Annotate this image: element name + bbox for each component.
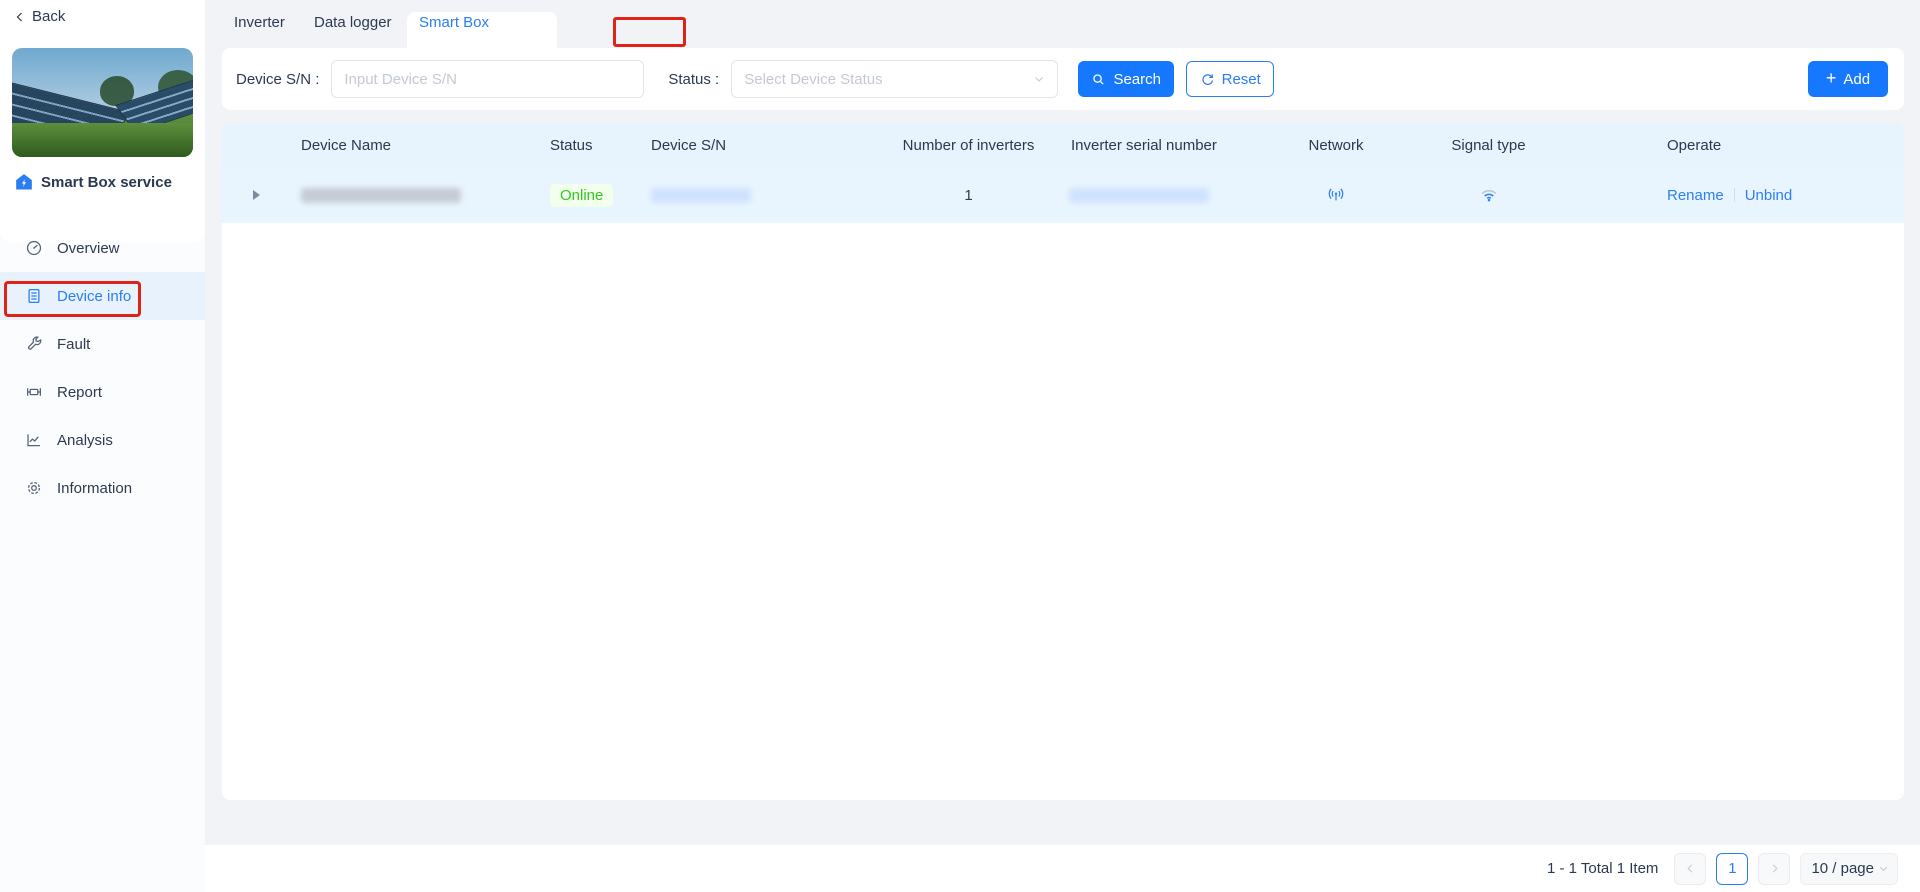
action-divider (1733, 188, 1735, 202)
sidebar-menu: Overview Device info Fault Report Analys… (0, 224, 205, 512)
signal-type-cell (1406, 185, 1571, 205)
status-label: Status : (668, 70, 720, 88)
device-table: Device Name Status Device S/N Number of … (222, 123, 1904, 800)
wifi-icon (1481, 190, 1496, 202)
tab-data-logger[interactable]: Data logger (314, 14, 392, 31)
device-name-cell (290, 187, 546, 203)
redacted-inverter-serial (1069, 187, 1209, 203)
table-header-row: Device Name Status Device S/N Number of … (222, 123, 1904, 167)
service-title-row: Smart Box service (14, 172, 172, 192)
gear-icon (25, 479, 43, 497)
col-signal-type: Signal type (1451, 136, 1526, 154)
chevron-down-icon (1879, 866, 1888, 872)
sidebar-item-label: Information (57, 479, 133, 497)
pagination-bar: 1 - 1 Total 1 Item 1 10 / page (205, 845, 1920, 892)
chevron-right-icon (1772, 864, 1778, 873)
operate-cell: Rename Unbind (1571, 187, 1904, 204)
back-button[interactable]: Back (14, 8, 65, 25)
sidebar-item-label: Analysis (57, 431, 113, 449)
sidebar-item-fault[interactable]: Fault (0, 320, 205, 368)
sidebar-item-analysis[interactable]: Analysis (0, 416, 205, 464)
prev-page-button[interactable] (1674, 852, 1707, 885)
back-label: Back (32, 8, 66, 25)
network-cell (1266, 185, 1406, 205)
tab-smart-box[interactable]: Smart Box (419, 14, 489, 31)
photo-grass (12, 123, 193, 157)
tab-inverter[interactable]: Inverter (234, 14, 285, 31)
col-device-name: Device Name (301, 136, 392, 154)
unbind-link[interactable]: Unbind (1745, 187, 1793, 204)
sidebar-item-report[interactable]: Report (0, 368, 205, 416)
page-size-select[interactable]: 10 / page (1800, 852, 1898, 885)
col-number-of-inverters: Number of inverters (902, 136, 1035, 154)
sidebar-header-card: Back Smart Box service (0, 0, 205, 243)
search-button-label: Search (1113, 70, 1161, 88)
page-size-value: 10 / page (1811, 860, 1874, 877)
pagination-summary: 1 - 1 Total 1 Item (1546, 860, 1659, 877)
status-select-placeholder: Select Device Status (744, 70, 883, 88)
status-cell: Online (546, 183, 646, 207)
reset-button-label: Reset (1221, 70, 1261, 88)
status-badge: Online (550, 183, 614, 207)
device-sn-input[interactable] (331, 60, 645, 98)
chevron-left-icon (1687, 864, 1693, 873)
expand-row-icon[interactable] (252, 190, 260, 200)
reset-icon (1202, 73, 1213, 85)
chevron-left-icon (16, 12, 22, 21)
main-content: Inverter Data logger Smart Box Device S/… (205, 0, 1920, 892)
smart-box-home-icon (16, 174, 32, 190)
sidebar: Back Smart Box service Overview Device i… (0, 0, 205, 892)
inverter-serial-cell (1066, 187, 1266, 203)
redacted-device-name (301, 187, 461, 203)
tab-bar: Inverter Data logger Smart Box (205, 0, 1920, 48)
plant-photo (12, 48, 193, 157)
row-expand-cell (222, 190, 290, 200)
gauge-icon (25, 239, 43, 257)
next-page-button[interactable] (1758, 852, 1791, 885)
device-sn-label: Device S/N : (236, 70, 320, 88)
service-title: Smart Box service (41, 173, 172, 191)
filter-bar: Device S/N : Status : Select Device Stat… (222, 48, 1904, 110)
chevron-down-icon (1035, 77, 1044, 82)
inverter-count-cell: 1 (964, 186, 973, 204)
col-inverter-serial: Inverter serial number (1071, 136, 1217, 154)
device-list-icon (25, 287, 43, 305)
rename-link[interactable]: Rename (1667, 187, 1724, 204)
wrench-icon (25, 335, 43, 353)
sidebar-item-information[interactable]: Information (0, 464, 205, 512)
search-icon (1093, 73, 1105, 85)
reset-button[interactable]: Reset (1186, 61, 1275, 97)
page-number-button[interactable]: 1 (1716, 852, 1749, 885)
device-sn-cell (646, 187, 871, 203)
table-row: Online 1 Rename Unbind (222, 167, 1904, 223)
sidebar-item-label: Report (57, 383, 103, 401)
col-network: Network (1308, 136, 1364, 154)
antenna-icon (1328, 188, 1344, 201)
col-operate: Operate (1667, 136, 1722, 154)
sidebar-item-label: Device info (57, 287, 132, 305)
add-button-label: Add (1843, 70, 1871, 88)
plus-icon: + (1825, 68, 1837, 88)
sidebar-item-label: Fault (57, 335, 91, 353)
add-button[interactable]: + Add (1808, 61, 1888, 97)
search-button[interactable]: Search (1078, 61, 1175, 97)
chart-icon (25, 431, 43, 449)
status-select[interactable]: Select Device Status (731, 60, 1059, 98)
sidebar-item-label: Overview (57, 239, 120, 257)
col-status: Status (550, 136, 593, 154)
report-icon (25, 383, 43, 401)
redacted-device-sn (651, 187, 751, 203)
col-device-sn: Device S/N (651, 136, 727, 154)
sidebar-item-overview[interactable]: Overview (0, 224, 205, 272)
sidebar-item-device-info[interactable]: Device info (0, 272, 205, 320)
